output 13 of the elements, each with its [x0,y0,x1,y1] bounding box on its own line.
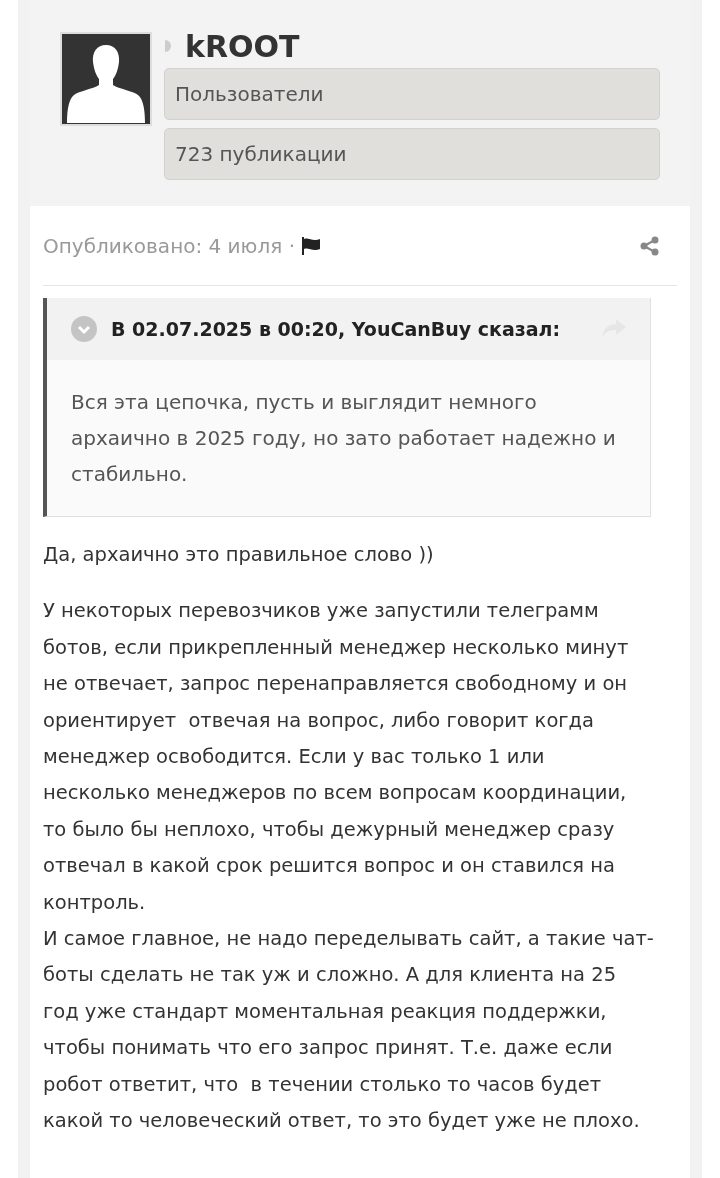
flag-icon[interactable] [301,236,323,255]
user-group-label: Пользователи [164,68,660,120]
bullet-icon [165,40,171,52]
share-icon[interactable] [640,235,660,256]
avatar-icon [60,32,152,126]
quoted-text: Вся эта цепочка, пусть и выглядит немного архаично в 2025 году, но зато работает надежно и стабильно. [70,389,617,488]
quote-header: В 02.07.2025 в 00:20, YouCanBuy сказал: [111,316,562,342]
post-paragraph: Да, архаично это правильное слово )) [43,542,435,568]
post-count-label: 723 публикации [164,128,660,180]
published-date: Опубликовано: 4 июля · [43,232,295,260]
post-paragraph: И самое главное, не надо переделывать сайт, а такие чат-боты сделать не так уж и сложно. А для клиента на 25 год уже стандарт моментальная реакция поддержки, чтобы понимать что его запрос принят. Т.е. даже если робот ответит, что в течении столько то часов будет какой то человеческий ответ, то это будет уже не плохо. [43,926,655,1135]
author-name[interactable]: kROOT [185,23,300,69]
post-paragraph: У некоторых перевозчиков уже запустили телеграмм ботов, если прикрепленный менеджер несколько минут не отвечает, запрос перенаправляется свободному и он ориентирует отвечая на вопрос, либо говорит когда менеджер освободится. Если у вас только 1 или несколько менеджеров по всем вопросам координации, то было бы неплохо, чтобы дежурный менеджер сразу отвечал в какой срок решится вопрос и он ставился на контроль. [43,598,630,916]
